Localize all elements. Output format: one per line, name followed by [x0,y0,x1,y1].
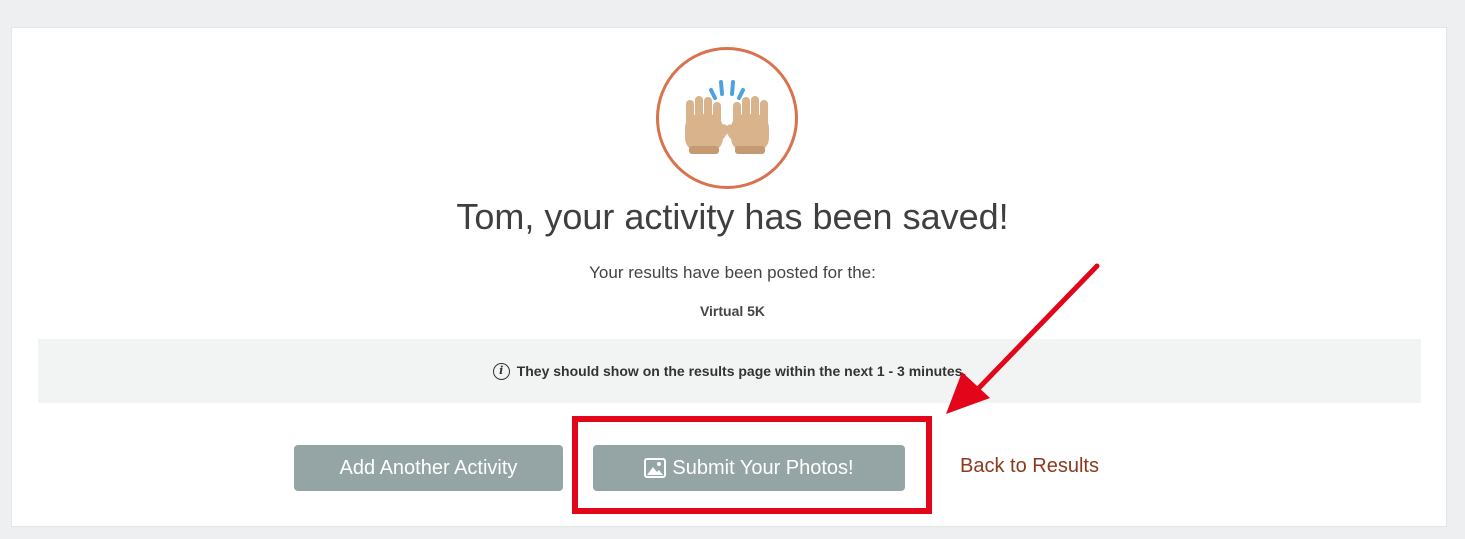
page: Tom, your activity has been saved! Your … [0,0,1465,539]
notice-text: They should show on the results page wit… [516,363,967,379]
raising-hands-icon [685,80,769,154]
results-notice: i They should show on the results page w… [38,339,1421,403]
back-to-results-link[interactable]: Back to Results [960,455,1099,478]
page-title: Tom, your activity has been saved! [456,196,1009,237]
add-another-activity-label: Add Another Activity [339,456,518,479]
add-another-activity-button[interactable]: Add Another Activity [294,445,563,491]
hero-badge [656,47,798,189]
submit-photos-label: Submit Your Photos! [672,456,854,479]
submit-photos-button[interactable]: Submit Your Photos! [593,445,905,491]
info-icon: i [492,362,510,380]
results-posted-text: Your results have been posted for the: [589,263,876,282]
event-name: Virtual 5K [699,303,766,319]
image-icon [644,458,667,478]
